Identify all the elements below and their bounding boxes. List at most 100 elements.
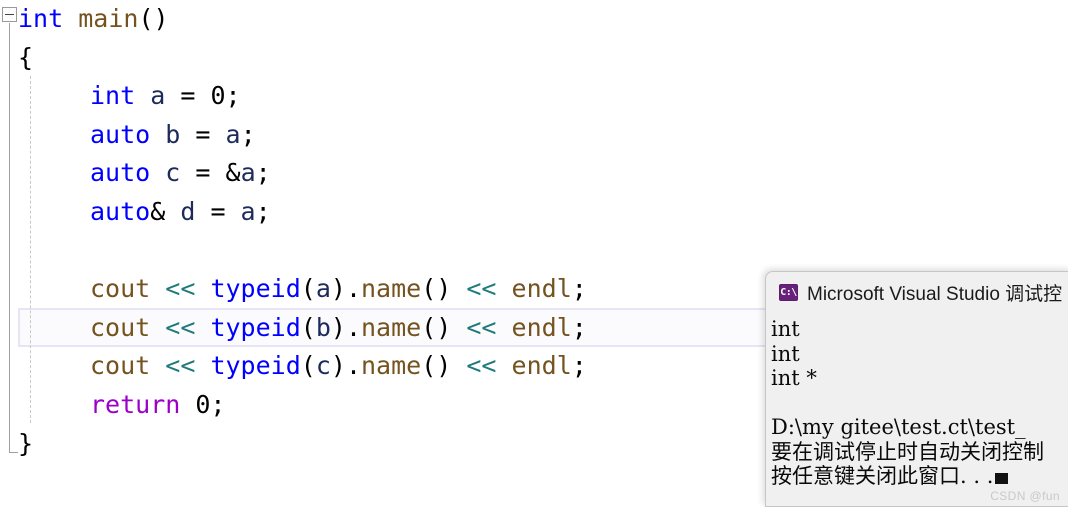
code-token: () (138, 4, 169, 33)
code-token: ). (330, 351, 361, 381)
code-token: a (150, 81, 166, 111)
console-title-bar[interactable]: C:\ Microsoft Visual Studio 调试控 (766, 272, 1068, 313)
code-token: a (315, 274, 331, 304)
code-token: cout (90, 351, 151, 381)
code-token: name (361, 312, 422, 342)
code-token: () (421, 274, 467, 304)
code-line-text: int a = 0; (90, 77, 241, 116)
code-line-text: cout << typeid(c).name() << endl; (90, 347, 587, 386)
code-line[interactable]: auto& d = a; (0, 193, 1068, 232)
code-line-text: cout << typeid(b).name() << endl; (90, 309, 587, 348)
code-token: typeid (210, 274, 301, 304)
code-token: { (18, 42, 34, 72)
code-token: } (18, 428, 34, 458)
code-token: ; (571, 274, 587, 304)
code-token: a (225, 119, 241, 149)
code-token: () (421, 312, 467, 342)
code-token: a (240, 197, 256, 226)
code-line[interactable]: auto c = &a; (0, 154, 1068, 193)
code-token: ). (330, 274, 361, 304)
console-line: int * (771, 366, 817, 390)
code-token: endl (511, 312, 572, 342)
code-line-text: } (18, 425, 33, 464)
console-line: D:\my gitee\test.ct\test_ (771, 415, 1026, 439)
code-token: ; (240, 119, 256, 149)
code-token: int (90, 81, 136, 111)
code-token: endl (511, 351, 572, 381)
code-token: << (165, 351, 196, 381)
code-line[interactable]: int a = 0; (0, 77, 1068, 116)
code-token: c (315, 351, 331, 381)
code-line[interactable]: { (0, 39, 1068, 78)
code-line[interactable]: auto b = a; (0, 116, 1068, 155)
code-token: ; (571, 351, 587, 381)
code-token: cout (90, 312, 151, 342)
code-token: & (150, 197, 181, 226)
code-token: = (165, 81, 211, 111)
code-token: endl (511, 274, 572, 304)
code-token: ( (300, 274, 316, 304)
code-token: auto (90, 197, 151, 226)
code-token: main (78, 4, 139, 33)
code-token: c (165, 158, 181, 188)
code-token: auto (90, 119, 151, 149)
code-token: name (361, 351, 422, 381)
console-line: int (771, 341, 800, 366)
console-title-text: Microsoft Visual Studio 调试控 (807, 284, 1063, 305)
console-cursor (995, 473, 1009, 484)
console-line: 要在调试停止时自动关闭控制 (771, 439, 1044, 464)
code-token: typeid (210, 351, 301, 381)
code-token: ; (255, 158, 271, 188)
code-token: << (165, 312, 196, 342)
code-token: int (18, 4, 64, 33)
code-line[interactable]: int main() (0, 0, 1068, 39)
code-line-text: cout << typeid(a).name() << endl; (90, 270, 587, 309)
code-line-text: auto& d = a; (90, 193, 271, 232)
console-window-icon: C:\ (779, 284, 798, 301)
code-token: typeid (210, 312, 301, 342)
code-token: = (195, 197, 241, 226)
console-output-area[interactable]: int int int * D:\my gitee\test.ct\test_ 要在调… (767, 313, 1068, 506)
code-token: << (466, 274, 497, 304)
code-token: b (315, 312, 331, 342)
code-token: ; (225, 81, 241, 111)
code-token: ; (571, 312, 587, 342)
code-line-text: int main() (18, 0, 169, 39)
debug-console-window[interactable]: C:\ Microsoft Visual Studio 调试控 int int in… (765, 271, 1068, 507)
watermark: CSDN @fun (990, 489, 1060, 503)
code-line-text: return 0; (90, 386, 225, 425)
code-token: = & (180, 158, 241, 188)
code-token: () (421, 351, 467, 381)
code-token: ( (300, 351, 316, 381)
code-token: 0; (180, 390, 226, 419)
code-token: name (361, 274, 422, 304)
code-token: b (165, 119, 181, 149)
code-line[interactable] (0, 232, 1068, 271)
console-line: int (771, 317, 800, 341)
code-token: 0 (210, 81, 226, 111)
console-icon-glyph: C:\ (780, 287, 797, 298)
code-token: d (180, 197, 196, 226)
code-token: << (466, 351, 497, 381)
console-line: 按任意键关闭此窗口. . . (771, 464, 1068, 489)
code-token: a (240, 158, 256, 188)
code-token: auto (90, 158, 151, 188)
code-token: = (180, 119, 226, 149)
code-line-text: auto c = &a; (90, 154, 271, 193)
code-token: cout (90, 274, 151, 304)
code-token: ). (330, 312, 361, 342)
